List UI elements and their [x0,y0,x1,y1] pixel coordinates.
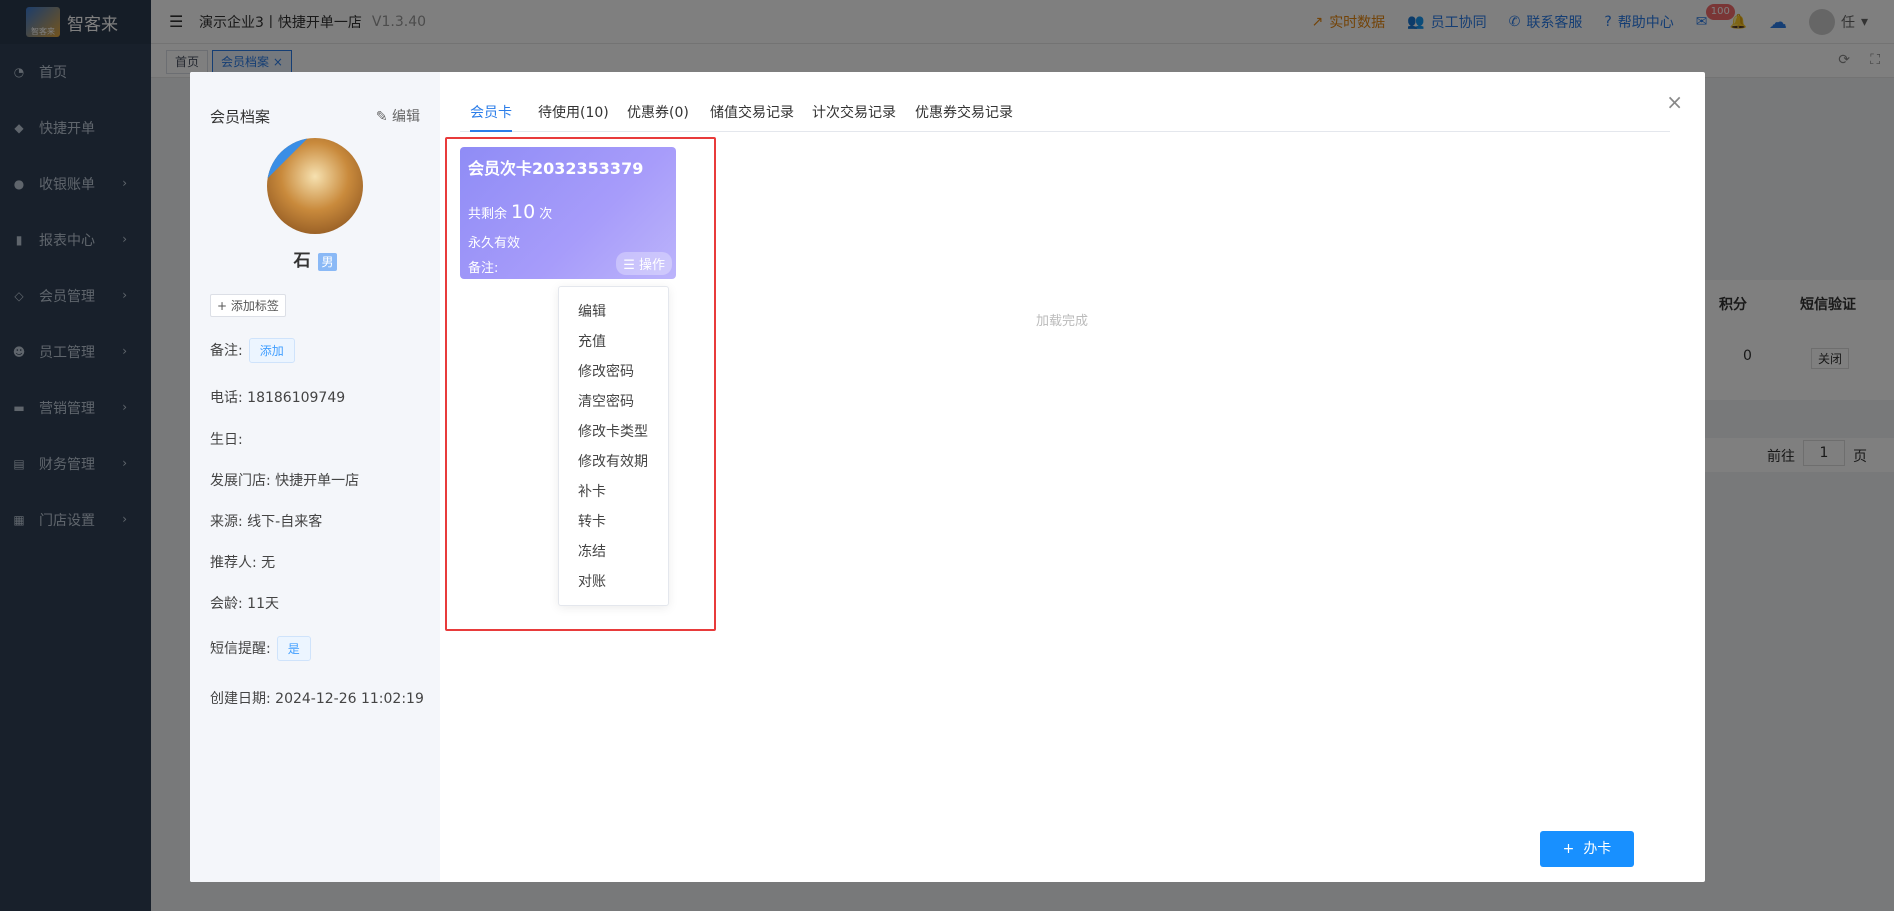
member-profile-modal: 会员档案 ✎ 编辑 石男 + 添加标签 备注: 添加 电话: 1818610974… [190,72,1705,882]
referrer-field: 推荐人: 无 [210,555,276,571]
card-name: 会员次卡2032353379 [468,159,644,178]
load-status: 加载完成 [1036,314,1089,329]
created-date-field: 创建日期: 2024-12-26 11:02:19 [210,691,424,707]
menu-item-recharge[interactable]: 充值 [559,327,668,357]
tab-stored-value-records[interactable]: 储值交易记录 [710,102,794,132]
phone-field: 电话: 18186109749 [210,390,346,406]
remark-add-button[interactable]: 添加 [248,338,295,363]
list-icon: ☰ [623,258,635,273]
tab-coupon-records[interactable]: 优惠券交易记录 [915,102,1013,132]
tab-member-card[interactable]: 会员卡 [470,102,512,132]
card-validity: 永久有效 [468,236,521,251]
menu-item-edit[interactable]: 编辑 [559,297,668,327]
member-card[interactable]: 会员次卡2032353379 共剩余 10 次 永久有效 备注: ☰ 操作 [460,147,676,279]
sms-reminder-tag: 是 [276,636,311,661]
member-avatar [267,138,363,234]
edit-button[interactable]: ✎ 编辑 [376,106,420,126]
profile-tabs: 会员卡 待使用(10) 优惠券(0) 储值交易记录 计次交易记录 优惠券交易记录 [460,72,1670,132]
issue-card-button[interactable]: + 办卡 [1540,831,1634,867]
menu-item-change-validity[interactable]: 修改有效期 [559,447,668,477]
sex-tag: 男 [318,253,337,271]
card-note: 备注: [468,261,499,276]
store-field: 发展门店: 快捷开单一店 [210,473,360,489]
tab-pending-use[interactable]: 待使用(10) [538,102,609,132]
source-field: 来源: 线下-自来客 [210,514,323,530]
profile-header: 会员档案 [210,108,271,126]
menu-item-change-password[interactable]: 修改密码 [559,357,668,387]
menu-item-change-card-type[interactable]: 修改卡类型 [559,417,668,447]
birthday-field: 生日: [210,432,243,448]
menu-item-transfer-card[interactable]: 转卡 [559,507,668,537]
menu-item-reissue-card[interactable]: 补卡 [559,477,668,507]
menu-item-reconcile[interactable]: 对账 [559,567,668,597]
menu-item-freeze[interactable]: 冻结 [559,537,668,567]
member-age-field: 会龄: 11天 [210,596,279,612]
sms-reminder-row: 短信提醒: 是 [210,636,311,661]
member-name-row: 石男 [190,246,440,271]
member-name: 石 [293,251,311,271]
plus-icon: + [1562,841,1575,857]
menu-item-clear-password[interactable]: 清空密码 [559,387,668,417]
card-operate-button[interactable]: ☰ 操作 [616,252,672,275]
close-icon[interactable]: × [1666,90,1683,114]
card-operation-menu: 编辑 充值 修改密码 清空密码 修改卡类型 修改有效期 补卡 转卡 冻结 对账 [558,286,669,606]
add-tag-button[interactable]: + 添加标签 [210,294,286,317]
pencil-icon: ✎ [375,109,388,125]
profile-panel: 会员档案 ✎ 编辑 石男 + 添加标签 备注: 添加 电话: 1818610974… [190,72,440,882]
card-remaining: 共剩余 10 次 [468,201,553,223]
remark-row: 备注: 添加 [210,338,295,363]
tab-coupons[interactable]: 优惠券(0) [627,102,689,132]
tab-count-records[interactable]: 计次交易记录 [812,102,896,132]
